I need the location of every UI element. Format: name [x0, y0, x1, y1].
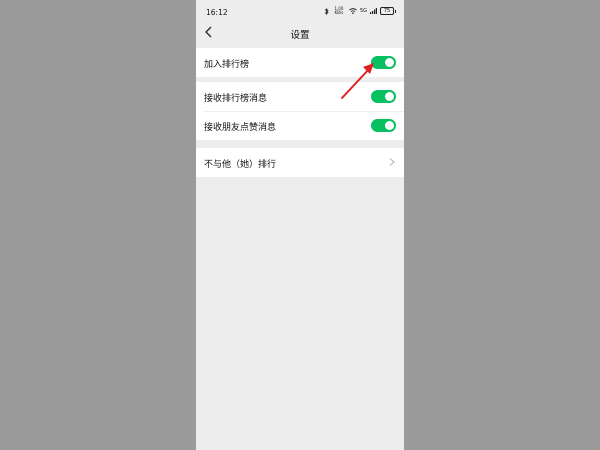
exclude-group: 不与他（她）排行: [196, 148, 404, 177]
toggle-knob: [385, 92, 394, 101]
toggle-knob: [385, 58, 394, 67]
nav-bar: 设置: [196, 22, 404, 44]
status-bar: 16:12 1.00 KB/s 5G 75: [196, 0, 404, 24]
battery-icon: 75: [380, 7, 396, 15]
chevron-right-icon: [389, 158, 395, 166]
setting-row-exclude-ranking[interactable]: 不与他（她）排行: [196, 148, 404, 177]
setting-row-like-messages[interactable]: 接收朋友点赞消息: [196, 111, 404, 140]
signal-label: 5G: [359, 8, 367, 14]
setting-label: 加入排行榜: [204, 60, 250, 70]
network-speed: 1.00 KB/s: [334, 6, 344, 15]
battery-level: 75: [383, 8, 391, 14]
setting-label: 接收朋友点赞消息: [204, 123, 277, 133]
toggle-knob: [385, 121, 394, 130]
setting-label: 不与他（她）排行: [204, 160, 277, 170]
setting-label: 接收排行榜消息: [204, 94, 268, 104]
annotation-arrow: [341, 63, 374, 99]
like-messages-toggle[interactable]: [371, 119, 396, 132]
signal-icon: [370, 8, 377, 14]
bluetooth-icon: [324, 7, 329, 15]
wifi-icon: [349, 8, 357, 14]
page-title: 设置: [290, 30, 310, 41]
status-icons: 1.00 KB/s 5G 75: [324, 6, 396, 15]
status-time: 16:12: [206, 8, 228, 17]
